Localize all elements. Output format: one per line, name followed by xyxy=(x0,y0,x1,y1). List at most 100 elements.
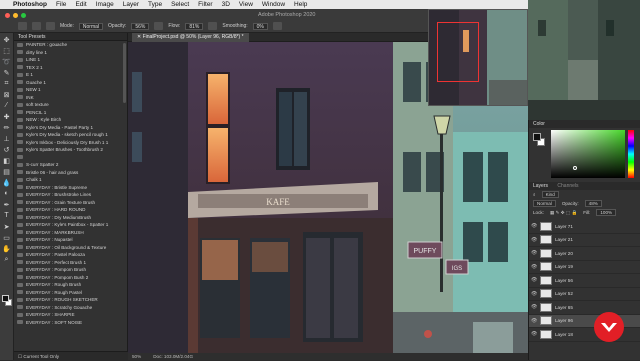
tool-preset-item[interactable]: PENCIL 1 xyxy=(14,109,122,117)
stamp-tool-icon[interactable]: ⊥ xyxy=(2,134,12,143)
opacity-field[interactable]: 56% xyxy=(131,22,150,30)
color-panel-title[interactable]: Color xyxy=(529,120,640,128)
tool-preset-item[interactable]: EVERYDAY : SHARPIE xyxy=(14,311,122,319)
color-picker[interactable] xyxy=(531,130,639,180)
zoom-level[interactable]: 50% xyxy=(132,353,141,360)
dodge-tool-icon[interactable]: ◐ xyxy=(2,189,12,198)
presets-scrollbar[interactable] xyxy=(123,43,126,103)
pressure-opacity-icon[interactable] xyxy=(154,22,164,30)
kind-select[interactable]: Kind xyxy=(541,191,559,198)
tool-preset-item[interactable]: EVERYDAY : Pastel Palooza xyxy=(14,251,122,259)
layer-opacity-field[interactable]: 48% xyxy=(584,200,602,207)
menu-layer[interactable]: Layer xyxy=(123,1,139,8)
brush-settings-icon[interactable] xyxy=(46,22,55,30)
visibility-eye-icon[interactable]: 👁 xyxy=(531,264,537,270)
tool-preset-item[interactable]: EVERYDAY : HARD ROUND xyxy=(14,206,122,214)
layer-row[interactable]: 👁 Layer 19 xyxy=(529,261,640,274)
menu-image[interactable]: Image xyxy=(96,1,114,8)
layer-row[interactable]: 👁 Layer 65 xyxy=(529,301,640,315)
blend-mode-select[interactable]: Normal xyxy=(533,200,556,207)
tool-preset-item[interactable] xyxy=(14,154,122,162)
tool-preset-item[interactable]: EVERYDAY : Rough Brush xyxy=(14,281,122,289)
hue-slider[interactable] xyxy=(628,130,634,178)
fill-field[interactable]: 100% xyxy=(596,209,617,216)
tool-preset-item[interactable]: EVERYDAY : Pompom Bush 2 xyxy=(14,274,122,282)
lock-icons[interactable]: ▦ ✎ ✥ ⬚ 🔒 xyxy=(550,208,577,217)
eyedropper-tool-icon[interactable]: ⁄ xyxy=(2,101,12,110)
history-brush-icon[interactable]: ↺ xyxy=(2,145,12,154)
menu-help[interactable]: Help xyxy=(294,1,307,8)
pen-tool-icon[interactable]: ✒ xyxy=(2,200,12,209)
current-tool-only-checkbox[interactable]: ☐ Current Tool Only xyxy=(14,351,128,360)
menu-window[interactable]: Window xyxy=(262,1,285,8)
tool-preset-item[interactable]: Kyle's Dry Media - sketch pencil rough 1 xyxy=(14,131,122,139)
brush-size-icon[interactable] xyxy=(32,22,41,30)
zoom-tool-icon[interactable]: ⌕ xyxy=(2,255,12,264)
eraser-tool-icon[interactable]: ◧ xyxy=(2,156,12,165)
brush-tool-icon-side[interactable]: ✏ xyxy=(2,123,12,132)
tool-preset-item[interactable]: PAINTER : gouache xyxy=(14,41,122,49)
visibility-eye-icon[interactable]: 👁 xyxy=(531,250,537,256)
menu-3d[interactable]: 3D xyxy=(222,1,230,8)
close-window-icon[interactable] xyxy=(5,13,10,18)
visibility-eye-icon[interactable]: 👁 xyxy=(531,304,537,310)
airbrush-icon[interactable] xyxy=(208,22,218,30)
tool-preset-item[interactable]: EVERYDAY : Dry MediumBrush xyxy=(14,214,122,222)
tool-preset-item[interactable]: Bristle 06 - hair and grass xyxy=(14,169,122,177)
path-select-icon[interactable]: ➤ xyxy=(2,222,12,231)
layer-row[interactable]: 👁 Layer 56 xyxy=(529,274,640,288)
menu-select[interactable]: Select xyxy=(171,1,189,8)
tool-preset-item[interactable]: dirty line 1 xyxy=(14,49,122,57)
move-tool-icon[interactable]: ✥ xyxy=(2,35,12,44)
smoothing-settings-icon[interactable] xyxy=(272,22,282,30)
tool-preset-item[interactable]: EVERYDAY : Perfect Brush 1 xyxy=(14,259,122,267)
type-tool-icon[interactable]: T xyxy=(2,211,12,220)
color-fg-swatch[interactable] xyxy=(533,133,541,141)
navigator-view-box[interactable] xyxy=(437,22,479,82)
menu-filter[interactable]: Filter xyxy=(198,1,212,8)
tool-preset-item[interactable]: EVERYDAY : MARKBRUSH xyxy=(14,229,122,237)
tool-preset-item[interactable]: soft texture xyxy=(14,101,122,109)
menu-type[interactable]: Type xyxy=(148,1,162,8)
brush-tool-icon[interactable] xyxy=(18,22,27,30)
menu-edit[interactable]: Edit xyxy=(75,1,86,8)
layer-row[interactable]: 👁 Layer 52 xyxy=(529,288,640,301)
menu-file[interactable]: File xyxy=(56,1,66,8)
tool-preset-item[interactable]: EVERYDAY : Brushstroke Lines xyxy=(14,191,122,199)
tool-preset-item[interactable]: EVERYDAY : Oil Background & Texture xyxy=(14,244,122,252)
tool-preset-item[interactable]: EVERYDAY : Bristle Supreme xyxy=(14,184,122,192)
layer-row[interactable]: 👁 Layer 21 xyxy=(529,234,640,247)
visibility-eye-icon[interactable]: 👁 xyxy=(531,291,537,297)
marquee-tool-icon[interactable]: ⬚ xyxy=(2,46,12,55)
crop-tool-icon[interactable]: ⌗ xyxy=(2,79,12,88)
tool-preset-item[interactable]: EVERYDAY : SOFT NOISE xyxy=(14,319,122,327)
tool-preset-item[interactable]: Chalk 1 xyxy=(14,176,122,184)
healing-tool-icon[interactable]: ✚ xyxy=(2,112,12,121)
minimize-window-icon[interactable] xyxy=(13,13,18,18)
gradient-tool-icon[interactable]: ▤ xyxy=(2,167,12,176)
visibility-eye-icon[interactable]: 👁 xyxy=(531,223,537,229)
mode-select[interactable]: Normal xyxy=(78,22,104,30)
tab-layers[interactable]: Layers xyxy=(533,183,548,189)
tab-channels[interactable]: Channels xyxy=(557,183,578,189)
navigator-panel[interactable] xyxy=(428,9,528,106)
blur-tool-icon[interactable]: 💧 xyxy=(2,178,12,187)
tool-preset-item[interactable]: EVERYDAY : Rough Pastel xyxy=(14,289,122,297)
tool-preset-item[interactable]: NEW 1 xyxy=(14,86,122,94)
layer-row[interactable]: 👁 Layer 71 xyxy=(529,220,640,234)
flow-field[interactable]: 81% xyxy=(185,22,204,30)
filter-search-icon[interactable]: ⌕ xyxy=(533,190,536,199)
tool-preset-item[interactable]: TEX 2 1 xyxy=(14,64,122,72)
tool-preset-item[interactable]: Kyle's Inkbox - Deliciously Dry Brush 1 … xyxy=(14,139,122,147)
tool-preset-item[interactable]: EVERYDAY : Grain Texture Brush xyxy=(14,199,122,207)
smoothing-field[interactable]: 0% xyxy=(252,22,268,30)
hand-tool-icon[interactable]: ✋ xyxy=(2,244,12,253)
visibility-eye-icon[interactable]: 👁 xyxy=(531,237,537,243)
tool-preset-item[interactable]: EVERYDAY : Nupastel xyxy=(14,236,122,244)
tool-preset-item[interactable]: EVERYDAY : Pompom Brush xyxy=(14,266,122,274)
visibility-eye-icon[interactable]: 👁 xyxy=(531,331,537,337)
tool-preset-item[interactable]: Kyle's Dry Media - Pastel Party 1 xyxy=(14,124,122,132)
tool-preset-item[interactable]: EVERYDAY : ROUGH SKETCHER xyxy=(14,296,122,304)
color-field[interactable] xyxy=(551,130,625,178)
shape-tool-icon[interactable]: ▭ xyxy=(2,233,12,242)
